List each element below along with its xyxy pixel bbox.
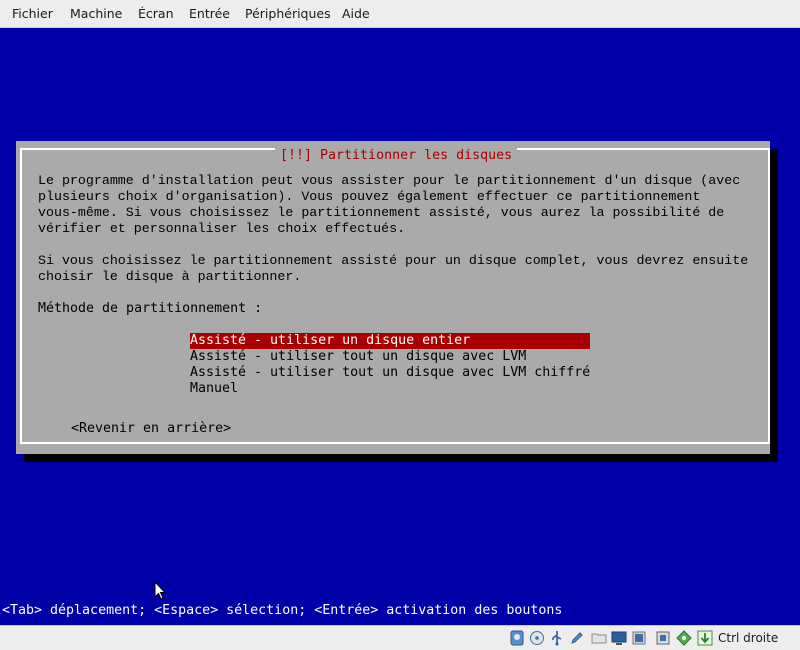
dialog-frame: [!!] Partitionner les disques Le program… <box>20 148 770 444</box>
pencil-icon[interactable] <box>569 630 585 646</box>
back-button[interactable]: <Revenir en arrière> <box>71 421 231 437</box>
hard-disk-icon[interactable] <box>509 630 525 646</box>
dialog-title: [!!] Partitionner les disques <box>275 148 518 164</box>
status-bar: Ctrl droite <box>0 625 800 650</box>
menu-peripheriques[interactable]: Périphériques <box>245 6 331 21</box>
menu-bar: Fichier Machine Écran Entrée Périphériqu… <box>0 0 800 28</box>
menu-machine[interactable]: Machine <box>70 6 122 21</box>
menu-entree[interactable]: Entrée <box>189 6 230 21</box>
video-capture-icon[interactable] <box>631 630 647 646</box>
guest-screen[interactable]: [!!] Partitionner les disques Le program… <box>0 28 800 625</box>
option-assiste-lvm-chiffre[interactable]: Assisté - utiliser tout un disque avec L… <box>190 365 590 381</box>
host-key-label: Ctrl droite <box>718 631 779 645</box>
network-icon[interactable] <box>655 630 671 646</box>
help-line: <Tab> déplacement; <Espace> sélection; <… <box>2 603 563 618</box>
option-manuel[interactable]: Manuel <box>190 381 590 397</box>
usb-icon[interactable] <box>549 630 565 646</box>
menu-fichier[interactable]: Fichier <box>12 6 53 21</box>
dialog-paragraph-1: Le programme d'installation peut vous as… <box>38 173 741 236</box>
display-icon[interactable] <box>611 630 627 646</box>
arrow-down-icon[interactable] <box>697 630 713 646</box>
optical-drive-icon[interactable] <box>529 630 545 646</box>
option-assiste-lvm[interactable]: Assisté - utiliser tout un disque avec L… <box>190 349 590 365</box>
menu-ecran[interactable]: Écran <box>138 6 174 21</box>
method-label: Méthode de partitionnement : <box>38 301 263 316</box>
option-assiste-disque-entier[interactable]: Assisté - utiliser un disque entier <box>190 333 590 349</box>
mouse-pointer-icon <box>154 581 166 600</box>
dialog-paragraph-2: Si vous choisissez le partitionnement as… <box>38 253 749 284</box>
menu-aide[interactable]: Aide <box>342 6 370 21</box>
partition-dialog: [!!] Partitionner les disques Le program… <box>16 141 770 454</box>
cpu-icon[interactable] <box>676 630 692 646</box>
shared-folder-icon[interactable] <box>591 630 607 646</box>
